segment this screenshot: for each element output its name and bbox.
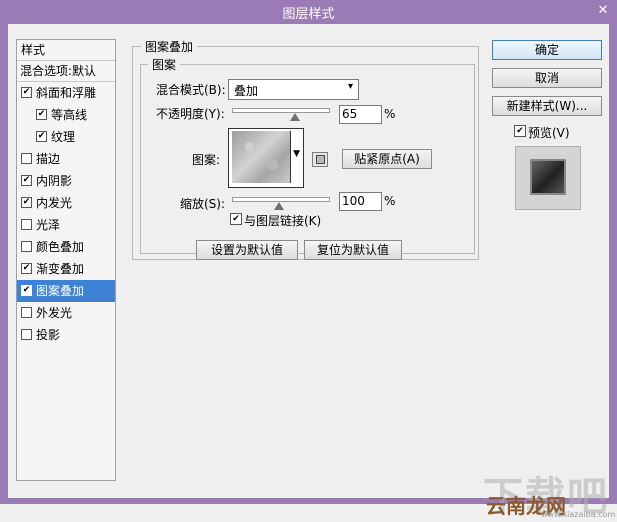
style-preview-thumbnail (515, 146, 581, 210)
style-item[interactable]: ✔ 图案叠加 (17, 280, 115, 302)
new-style-button[interactable]: 新建样式(W)... (492, 96, 602, 116)
scale-label: 缩放(S): (180, 197, 226, 211)
style-item-label: 内发光 (36, 196, 73, 210)
style-item[interactable]: ✔ 纹理 (17, 126, 115, 148)
chevron-down-icon: ▼ (293, 149, 300, 159)
style-item-checkbox[interactable] (21, 219, 32, 230)
style-list: 样式 混合选项:默认 ✔ 斜面和浮雕 ✔ 等高线 ✔ 纹理描边 ✔ 内阴影 ✔ 内发光光泽颜色叠加… (16, 39, 116, 481)
opacity-slider-track[interactable] (232, 108, 330, 113)
style-item-checkbox[interactable]: ✔ (21, 263, 32, 274)
pattern-label: 图案: (192, 153, 221, 167)
blend-mode-select[interactable]: 叠加 ▾ (228, 79, 359, 100)
style-item-checkbox[interactable] (21, 241, 32, 252)
pattern-picker[interactable]: ▼ (228, 128, 304, 188)
window-frame-left (0, 24, 8, 504)
style-item[interactable]: 颜色叠加 (17, 236, 115, 258)
chevron-down-icon: ▾ (347, 81, 353, 92)
set-default-button[interactable]: 设置为默认值 (196, 240, 298, 260)
style-item-checkbox[interactable]: ✔ (21, 175, 32, 186)
style-item[interactable]: 光泽 (17, 214, 115, 236)
style-list-header[interactable]: 样式 (17, 40, 115, 61)
style-item-label: 纹理 (51, 130, 76, 144)
blend-mode-label: 混合模式(B): (156, 83, 226, 97)
style-item-checkbox[interactable]: ✔ (36, 109, 47, 120)
style-item[interactable]: 外发光 (17, 302, 115, 324)
style-item-checkbox[interactable]: ✔ (21, 285, 32, 296)
style-item-label: 描边 (36, 152, 61, 166)
window-title: 图层样式 (282, 7, 335, 22)
style-item-label: 渐变叠加 (36, 262, 85, 276)
scale-slider-thumb[interactable] (274, 202, 284, 210)
opacity-label: 不透明度(Y): (156, 107, 225, 121)
pattern-group-title: 图案 (148, 56, 181, 73)
preview-checkbox[interactable]: ✔ (514, 125, 526, 137)
window-frame-right (609, 24, 617, 504)
style-item-label: 内阴影 (36, 174, 73, 188)
style-item-label: 颜色叠加 (36, 240, 85, 254)
cancel-button[interactable]: 取消 (492, 68, 602, 88)
style-item-label: 外发光 (36, 306, 73, 320)
style-item[interactable]: ✔ 内发光 (17, 192, 115, 214)
style-item[interactable]: 投影 (17, 324, 115, 346)
reset-default-button[interactable]: 复位为默认值 (304, 240, 402, 260)
style-item[interactable]: 描边 (17, 148, 115, 170)
style-item-checkbox[interactable] (21, 153, 32, 164)
style-item[interactable]: ✔ 渐变叠加 (17, 258, 115, 280)
blend-mode-value: 叠加 (234, 84, 259, 98)
pattern-swatch (232, 131, 291, 183)
opacity-input[interactable]: 65 (339, 105, 382, 124)
title-bar: 图层样式 ✕ (0, 0, 617, 24)
snap-to-origin-button[interactable]: 贴紧原点(A) (342, 149, 432, 169)
style-item-label: 光泽 (36, 218, 61, 232)
preview-label: 预览(V) (528, 126, 570, 140)
blend-options-item[interactable]: 混合选项:默认 (17, 61, 115, 82)
dialog-body: 样式 混合选项:默认 ✔ 斜面和浮雕 ✔ 等高线 ✔ 纹理描边 ✔ 内阴影 ✔ 内发光光泽颜色叠加… (8, 24, 615, 520)
style-item-checkbox[interactable]: ✔ (21, 87, 32, 98)
scale-percent: % (384, 194, 396, 208)
style-item-label: 等高线 (51, 108, 88, 122)
opacity-percent: % (384, 107, 396, 121)
pattern-overlay-title: 图案叠加 (141, 38, 198, 55)
style-item[interactable]: ✔ 斜面和浮雕 (17, 82, 115, 104)
watermark-url: www.xiazaiba.com (541, 510, 616, 519)
style-item-checkbox[interactable] (21, 307, 32, 318)
style-item-checkbox[interactable]: ✔ (21, 197, 32, 208)
style-item-label: 斜面和浮雕 (36, 86, 97, 100)
close-icon[interactable]: ✕ (595, 3, 611, 19)
style-item-checkbox[interactable]: ✔ (36, 131, 47, 142)
link-with-layer-label: 与图层链接(K) (244, 214, 322, 228)
ok-button[interactable]: 确定 (492, 40, 602, 60)
style-item-label: 投影 (36, 328, 61, 342)
style-item[interactable]: ✔ 内阴影 (17, 170, 115, 192)
scale-input[interactable]: 100 (339, 192, 382, 211)
opacity-slider-thumb[interactable] (290, 113, 300, 121)
link-with-layer-checkbox[interactable]: ✔ (230, 213, 242, 225)
new-preset-icon[interactable] (312, 152, 328, 167)
style-item-checkbox[interactable] (21, 329, 32, 340)
style-item[interactable]: ✔ 等高线 (17, 104, 115, 126)
style-item-label: 图案叠加 (36, 284, 85, 298)
